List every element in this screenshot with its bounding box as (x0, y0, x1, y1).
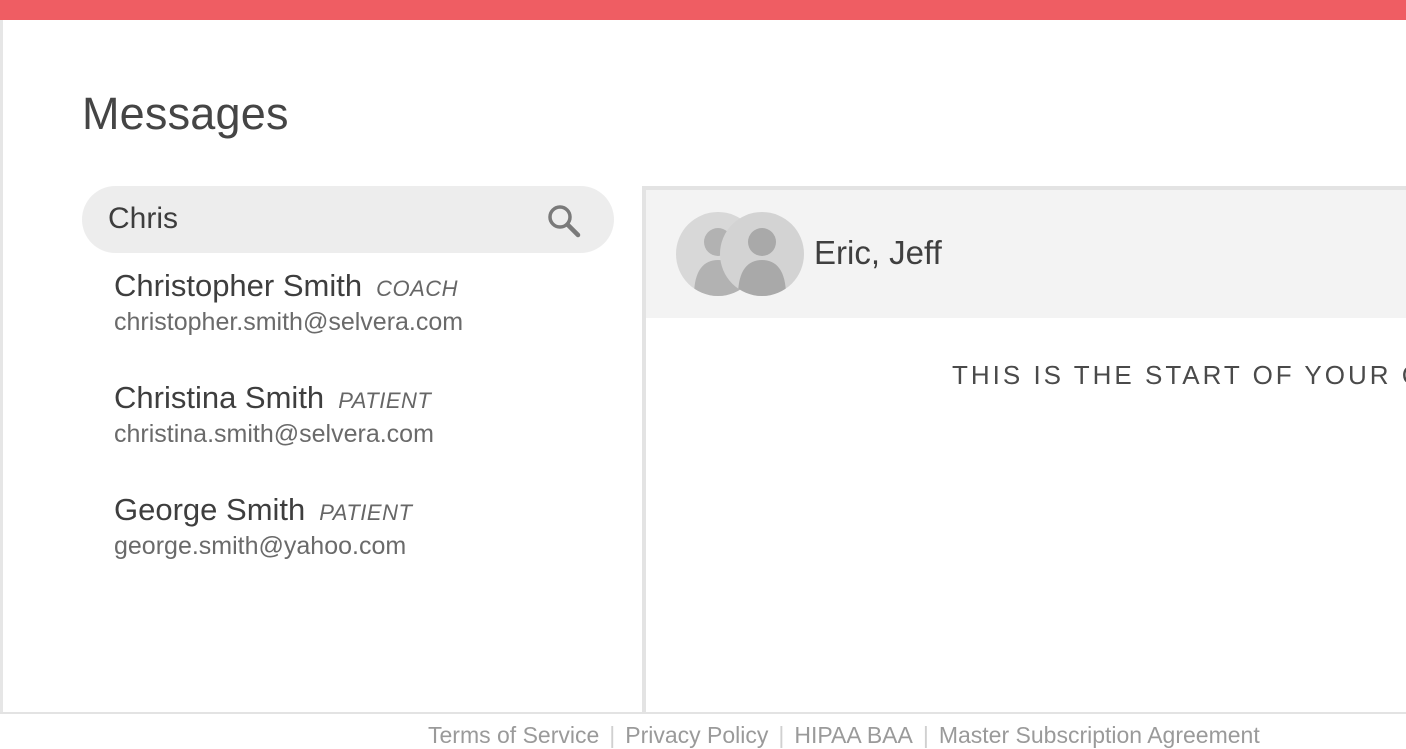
conversation-header[interactable]: Eric, Jeff (646, 190, 1406, 318)
result-name: George Smith (114, 492, 306, 527)
person-silhouette-icon (720, 212, 804, 296)
search-results-list: Christopher Smith COACH christopher.smith… (114, 268, 614, 604)
top-accent-bar (0, 0, 1406, 20)
footer-separator: | (778, 722, 785, 748)
footer-separator: | (922, 722, 929, 748)
search-icon[interactable] (544, 201, 584, 241)
conversation-start-notice: THIS IS THE START OF YOUR CO (952, 360, 1406, 390)
search-result-item[interactable]: Christopher Smith COACH christopher.smith… (114, 268, 614, 380)
footer-separator: | (609, 722, 616, 748)
page-title: Messages (82, 88, 289, 139)
search-result-item[interactable]: George Smith PATIENT george.smith@yahoo.c… (114, 492, 614, 604)
privacy-policy-link[interactable]: Privacy Policy (625, 722, 768, 748)
hipaa-baa-link[interactable]: HIPAA BAA (794, 722, 912, 748)
search-box (82, 186, 614, 253)
footer-divider (0, 712, 1406, 714)
conversation-title: Eric, Jeff (814, 234, 942, 271)
participant-avatars (676, 212, 806, 298)
left-divider (0, 20, 3, 713)
result-email: george.smith@yahoo.com (114, 532, 407, 560)
result-role-badge: PATIENT (338, 388, 432, 413)
result-email: christina.smith@selvera.com (114, 420, 434, 448)
master-subscription-agreement-link[interactable]: Master Subscription Agreement (939, 722, 1260, 748)
result-role-badge: COACH (376, 276, 459, 301)
conversation-panel: Eric, Jeff THIS IS THE START OF YOUR CO (642, 186, 1406, 713)
search-result-item[interactable]: Christina Smith PATIENT christina.smith@s… (114, 380, 614, 492)
result-name: Christina Smith (114, 380, 325, 415)
search-input[interactable] (108, 200, 538, 238)
result-name: Christopher Smith (114, 268, 363, 303)
result-email: christopher.smith@selvera.com (114, 308, 464, 336)
terms-of-service-link[interactable]: Terms of Service (428, 722, 599, 748)
result-role-badge: PATIENT (319, 500, 413, 525)
